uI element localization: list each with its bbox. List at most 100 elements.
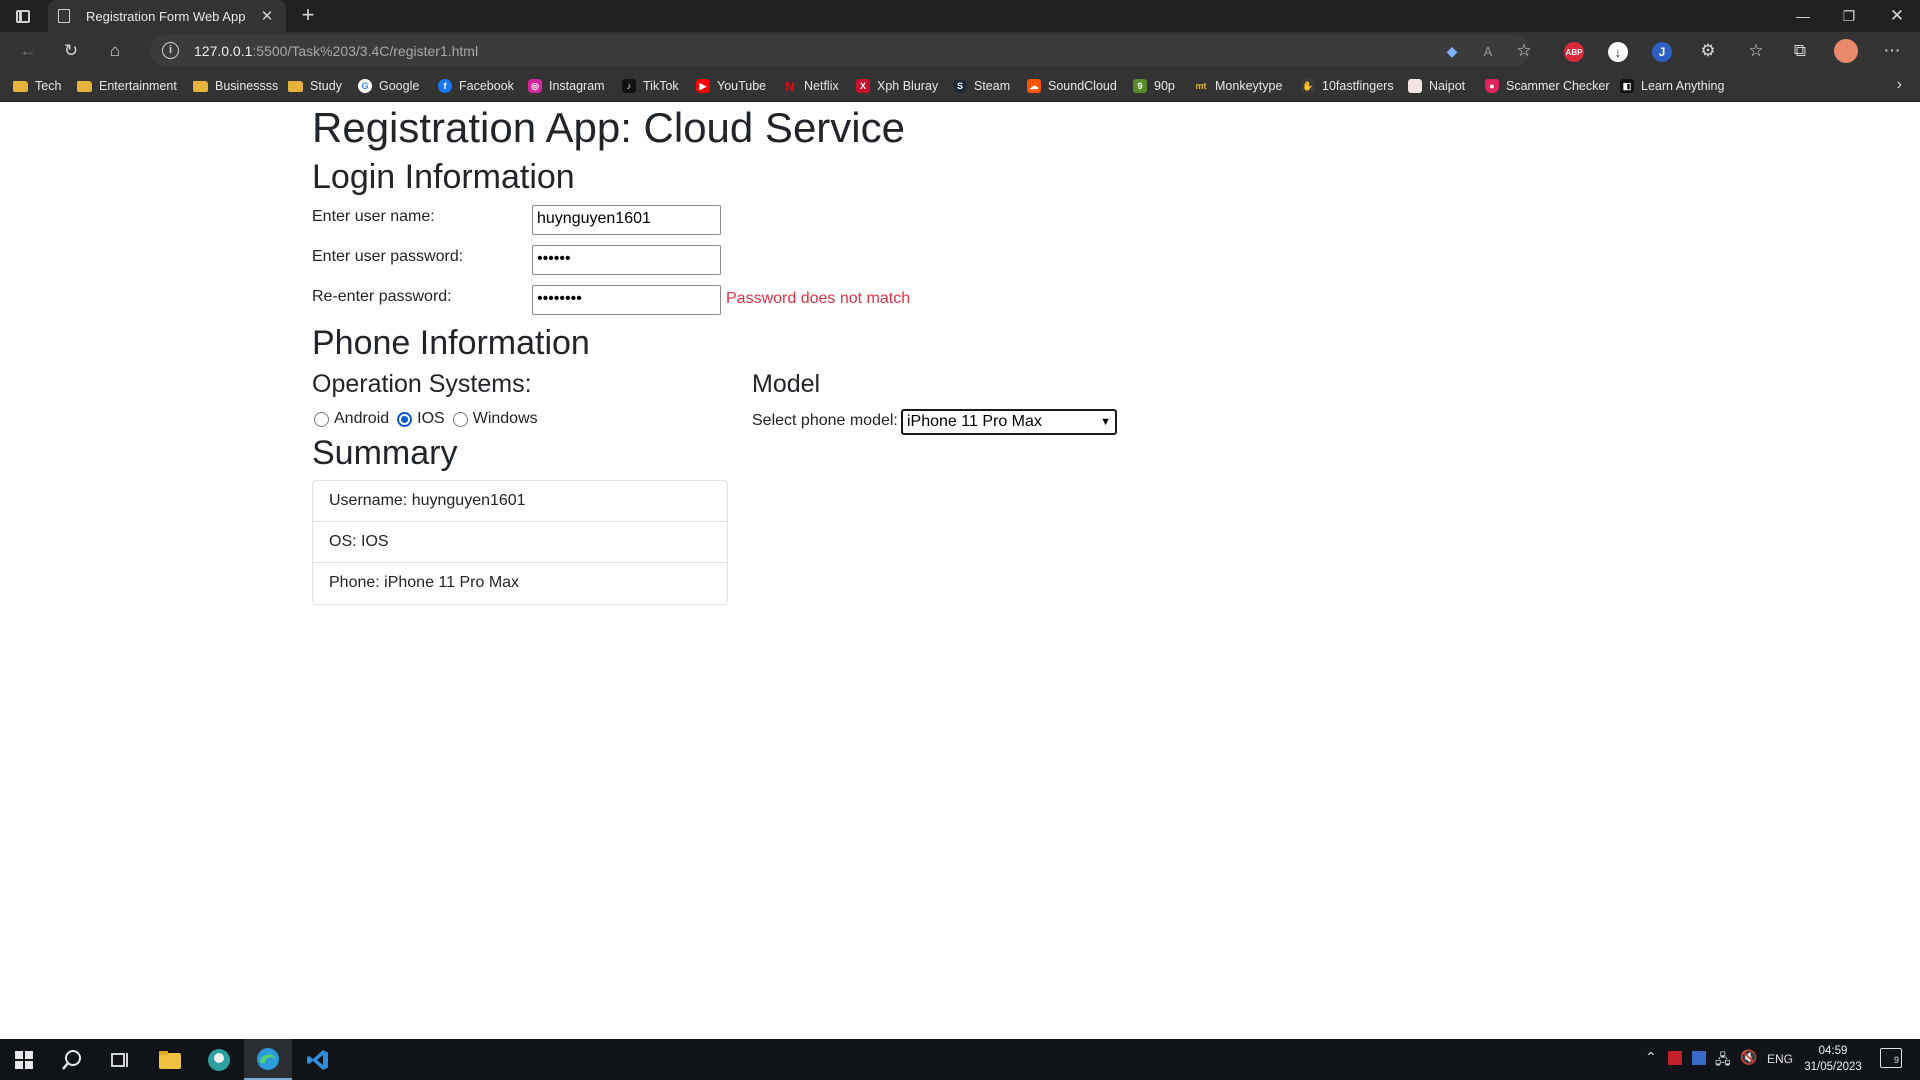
soundcloud-icon: ☁ (1027, 79, 1041, 93)
tray-app-icon[interactable] (1668, 1051, 1682, 1065)
network-icon[interactable]: 🖧 (1715, 1049, 1731, 1073)
volume-muted-icon[interactable]: 🔇 (1740, 1049, 1757, 1066)
adblock-plus-icon[interactable]: ABP (1564, 42, 1584, 62)
repassword-label: Re-enter password: (312, 288, 452, 305)
back-icon[interactable]: ← (14, 38, 42, 64)
close-tab-icon[interactable]: ✕ (258, 7, 276, 25)
joplin-extension-icon[interactable]: J (1652, 42, 1672, 62)
radio-ios-label[interactable]: IOS (417, 410, 445, 428)
phone-model-select[interactable]: iPhone 11 Pro Max ▼ (901, 409, 1117, 435)
password-error-message: Password does not match (726, 290, 911, 307)
bookmark-entertainment[interactable]: Entertainment (77, 77, 177, 95)
bookmark-soundcloud[interactable]: ☁ SoundCloud (1027, 77, 1117, 95)
username-label: Enter user name: (312, 208, 435, 225)
learn-anything-icon: ◧ (1620, 79, 1634, 93)
model-heading: Model (752, 370, 821, 398)
folder-icon (288, 80, 303, 92)
file-explorer-icon[interactable] (146, 1039, 194, 1080)
clock[interactable]: 04:59 31/05/2023 (1797, 1043, 1869, 1075)
phone-model-value: iPhone 11 Pro Max (907, 413, 1042, 430)
restore-button[interactable]: ❐ (1826, 0, 1872, 32)
xph-icon: X (856, 79, 870, 93)
username-input[interactable]: huynguyen1601 (532, 205, 721, 235)
address-bar[interactable]: i 127.0.0.1:5500/Task%203/3.4C/register1… (150, 35, 1532, 67)
notification-center-icon[interactable]: 9 (1880, 1048, 1902, 1068)
windows-start-icon[interactable] (0, 1039, 48, 1080)
password-label: Enter user password: (312, 248, 464, 265)
page-content: Registration App: Cloud Service Login In… (0, 102, 1920, 1039)
language-indicator[interactable]: ENG (1767, 1052, 1793, 1066)
extensions-icon[interactable]: ⚙ (1694, 38, 1722, 64)
bookmark-learn-anything[interactable]: ◧ Learn Anything (1620, 77, 1724, 95)
summary-list: Username: huynguyen1601 OS: IOS Phone: i… (312, 480, 728, 605)
browser-toolbar: ← ↻ ⌂ i 127.0.0.1:5500/Task%203/3.4C/reg… (0, 32, 1920, 70)
home-icon[interactable]: ⌂ (101, 38, 129, 64)
search-icon[interactable] (48, 1039, 96, 1080)
bookmark-10fastfingers[interactable]: ✋ 10fastfingers (1301, 77, 1394, 95)
repassword-input[interactable]: •••••••• (532, 285, 721, 315)
bookmark-naipot[interactable]: Naipot (1408, 77, 1465, 95)
chevron-right-icon[interactable]: › (1897, 76, 1902, 94)
page-title: Registration App: Cloud Service (312, 104, 905, 151)
minimize-button[interactable]: ― (1780, 0, 1826, 32)
bookmark-xph-bluray[interactable]: X Xph Bluray (856, 77, 938, 95)
refresh-icon[interactable]: ↻ (57, 38, 85, 64)
page-icon (58, 9, 70, 23)
task-view-icon[interactable] (96, 1039, 144, 1080)
edge-browser-icon[interactable] (244, 1039, 292, 1080)
close-window-button[interactable]: ✕ (1874, 0, 1920, 32)
url-text[interactable]: 127.0.0.1:5500/Task%203/3.4C/register1.h… (194, 43, 478, 59)
scammer-checker-icon: ● (1485, 79, 1499, 93)
bookmark-google[interactable]: G Google (358, 77, 419, 95)
favorites-icon[interactable]: ☆ (1742, 38, 1770, 64)
bookmark-90p[interactable]: 9 90p (1133, 77, 1175, 95)
radio-ios[interactable] (397, 411, 413, 427)
os-heading: Operation Systems: (312, 370, 532, 398)
google-icon: G (358, 79, 372, 93)
site-info-icon[interactable]: i (162, 42, 179, 59)
bookmark-study[interactable]: Study (288, 77, 342, 95)
collections-icon[interactable]: ⧉ (1786, 38, 1814, 64)
bookmark-netflix[interactable]: N Netflix (783, 77, 838, 95)
browser-tab-strip: Registration Form Web App ✕ + ― ❐ ✕ (0, 0, 1920, 32)
bookmark-steam[interactable]: S Steam (953, 77, 1010, 95)
bookmark-businessss[interactable]: Businessss (193, 77, 278, 95)
profile-avatar[interactable] (1834, 39, 1858, 63)
monkeytype-icon: mt (1195, 81, 1207, 91)
folder-icon (193, 80, 208, 92)
login-heading: Login Information (312, 158, 575, 196)
add-favorite-icon[interactable]: ☆ (1510, 38, 1538, 64)
bookmark-tech[interactable]: Tech (13, 77, 61, 95)
facebook-icon: f (438, 79, 452, 93)
netflix-icon: N (785, 78, 795, 94)
read-aloud-icon[interactable]: A (1474, 38, 1502, 64)
password-input[interactable]: •••••• (532, 245, 721, 275)
download-helper-icon[interactable]: ↓ (1608, 42, 1628, 62)
vscode-icon[interactable] (294, 1039, 342, 1080)
radio-windows[interactable] (452, 411, 468, 427)
new-tab-button[interactable]: + (296, 4, 320, 28)
bookmarks-bar: Tech Entertainment Businessss Study G Goo… (0, 70, 1920, 102)
bookmark-facebook[interactable]: f Facebook (438, 77, 514, 95)
radio-android-label[interactable]: Android (334, 410, 389, 428)
chevron-down-icon: ▼ (1100, 416, 1111, 428)
radio-windows-label[interactable]: Windows (473, 410, 538, 428)
summary-username: Username: huynguyen1601 (313, 481, 727, 522)
show-hidden-icons-icon[interactable]: ⌃ (1645, 1049, 1657, 1066)
workspaces-icon[interactable] (12, 6, 34, 26)
bookmark-scammer-checker[interactable]: ● Scammer Checker (1485, 77, 1610, 95)
bookmark-monkeytype[interactable]: mt Monkeytype (1194, 77, 1283, 95)
tray-keyboard-icon[interactable] (1692, 1051, 1706, 1065)
bookmark-instagram[interactable]: ◎ Instagram (528, 77, 605, 95)
bookmark-tiktok[interactable]: ♪ TikTok (622, 77, 679, 95)
windows-taskbar: ⌃ 🖧 🔇 ENG 04:59 31/05/2023 9 (0, 1039, 1920, 1080)
coupon-tag-icon[interactable]: ◆ (1438, 38, 1466, 64)
10fastfingers-icon: ✋ (1301, 79, 1315, 93)
app-icon[interactable] (195, 1039, 243, 1080)
bookmark-youtube[interactable]: ▶ YouTube (696, 77, 766, 95)
tab-registration-form[interactable]: Registration Form Web App ✕ (48, 0, 286, 32)
tab-title: Registration Form Web App (86, 8, 246, 24)
radio-android[interactable] (314, 411, 329, 427)
90p-icon: 9 (1133, 79, 1147, 93)
more-menu-icon[interactable]: ⋯ (1878, 38, 1906, 64)
